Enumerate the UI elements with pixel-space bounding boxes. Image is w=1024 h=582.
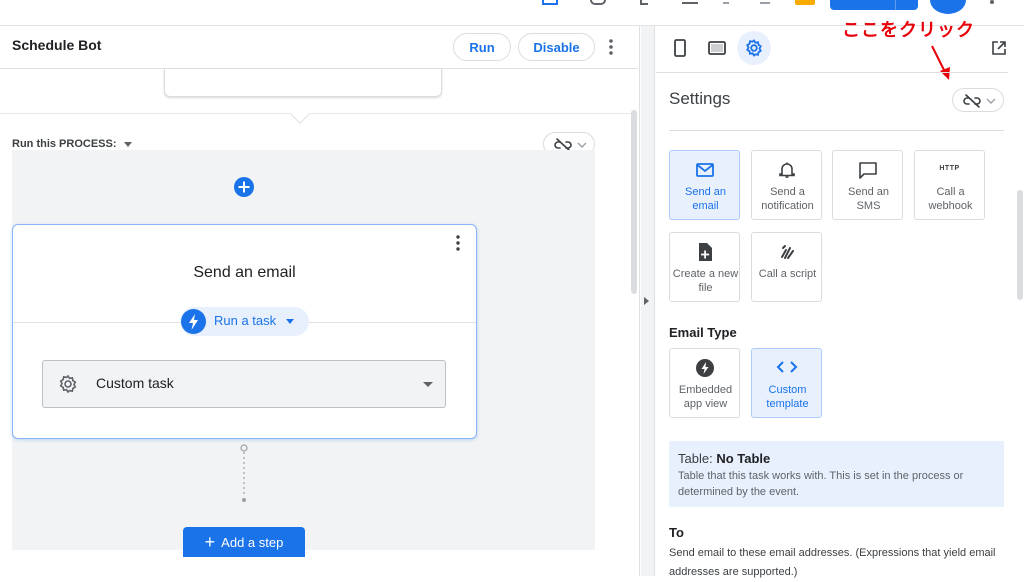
action-call-script[interactable]: Call a script xyxy=(751,232,822,302)
open-in-new-icon[interactable] xyxy=(991,40,1007,56)
annotation-label: ここをクリック xyxy=(842,20,975,40)
bolt-icon xyxy=(670,358,739,378)
section-divider xyxy=(0,113,638,114)
chevron-down-icon[interactable] xyxy=(423,382,433,387)
email-type-embedded[interactable]: Embedded app view xyxy=(669,348,740,418)
action-label: Send a notification xyxy=(761,186,814,212)
action-label: Call a webhook xyxy=(928,186,973,212)
history-icon[interactable] xyxy=(590,0,606,5)
table-value: No Table xyxy=(716,451,771,466)
action-create-file[interactable]: Create a new file xyxy=(669,232,740,302)
bolt-icon xyxy=(181,309,206,334)
tab-mobile-preview[interactable] xyxy=(663,31,697,65)
bot-title: Schedule Bot xyxy=(12,37,102,53)
action-label: Create a new file xyxy=(672,268,739,294)
chevron-right-icon[interactable] xyxy=(644,297,649,305)
unlink-toggle[interactable] xyxy=(952,88,1004,112)
more-icon[interactable] xyxy=(990,0,994,4)
table-info-title: Table: No Table xyxy=(678,451,770,466)
more-vert-icon[interactable] xyxy=(605,37,617,57)
upgrade-icon[interactable] xyxy=(795,0,815,5)
avatar[interactable] xyxy=(930,0,966,14)
task-select-value: Custom task xyxy=(96,375,174,391)
chevron-down-icon[interactable] xyxy=(286,319,294,324)
run-button[interactable]: Run xyxy=(453,33,511,61)
add-circle-icon[interactable] xyxy=(233,176,255,198)
step-connector xyxy=(236,444,252,504)
code-icon xyxy=(752,359,821,375)
action-call-webhook[interactable]: HTTP Call a webhook xyxy=(914,150,985,220)
action-send-notification[interactable]: Send a notification xyxy=(751,150,822,220)
bell-icon xyxy=(752,161,821,179)
step-card-title[interactable]: Send an email xyxy=(12,264,477,282)
publish-button[interactable] xyxy=(830,0,918,10)
email-type-label-text: Embedded app view xyxy=(678,384,733,410)
email-type-label-text: Custom template xyxy=(766,384,809,410)
right-scrollbar[interactable] xyxy=(1017,190,1023,300)
gear-icon xyxy=(58,374,78,394)
table-prefix: Table: xyxy=(678,451,713,466)
settings-title: Settings xyxy=(669,89,731,108)
add-step-button[interactable]: + Add a step xyxy=(183,527,305,557)
run-process-label[interactable]: Run this PROCESS: xyxy=(12,138,117,150)
disable-button[interactable]: Disable xyxy=(518,33,595,61)
action-label: Call a script xyxy=(758,268,817,280)
run-type-label[interactable]: Run a task xyxy=(214,313,276,328)
action-send-email[interactable]: Send an email xyxy=(669,150,740,220)
mail-icon xyxy=(670,162,739,178)
email-type-custom[interactable]: Custom template xyxy=(751,348,822,418)
tab-tablet-preview[interactable] xyxy=(700,31,734,65)
add-step-label: Add a step xyxy=(221,534,284,550)
action-label: Send an SMS xyxy=(848,186,889,212)
settings-divider xyxy=(669,130,1004,131)
sms-icon xyxy=(833,161,902,179)
plus-icon: + xyxy=(204,532,216,552)
menu-icon[interactable] xyxy=(682,0,698,4)
table-info-description: Table that this task works with. This is… xyxy=(678,470,964,498)
more-vert-icon[interactable] xyxy=(452,234,464,252)
email-type-label: Email Type xyxy=(669,325,737,340)
action-label: Send an email xyxy=(685,186,726,212)
to-description: Send email to these email addresses. (Ex… xyxy=(669,547,996,578)
right-header-divider xyxy=(656,72,1008,73)
action-send-sms[interactable]: Send an SMS xyxy=(832,150,903,220)
section-notch xyxy=(290,104,310,124)
chevron-down-icon[interactable] xyxy=(124,142,132,147)
dot-icon[interactable] xyxy=(723,2,729,4)
dash-icon[interactable] xyxy=(760,2,770,4)
to-label: To xyxy=(669,525,684,540)
new-file-icon xyxy=(670,242,739,262)
tab-settings[interactable] xyxy=(737,31,771,65)
http-icon: HTTP xyxy=(939,165,960,172)
script-icon xyxy=(752,242,821,262)
chart-icon[interactable] xyxy=(640,0,648,5)
previous-step-card[interactable] xyxy=(164,69,442,97)
left-scrollbar[interactable] xyxy=(631,110,637,294)
top-toolbar-icon[interactable] xyxy=(542,0,558,5)
annotation-arrow-icon xyxy=(928,44,954,82)
